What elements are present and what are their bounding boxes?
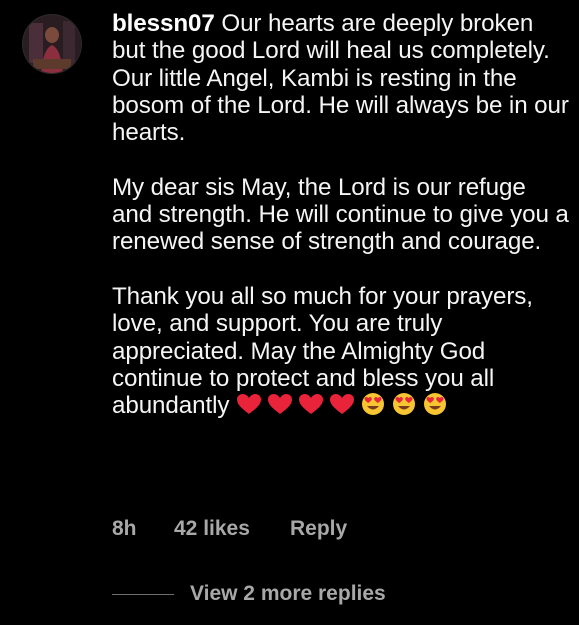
red-heart-icon [297,392,325,416]
view-more-replies-label: View 2 more replies [190,582,386,605]
avatar-photo [23,15,81,73]
username-link[interactable]: blessn07 [112,10,215,37]
heart-eyes-icon [421,392,449,416]
reply-button[interactable]: Reply [290,517,347,541]
comment-paragraph-2: My dear sis May, the Lord is our refuge … [112,173,569,256]
comment-timestamp: 8h [112,517,137,540]
comment-paragraph-1: blessn07 Our hearts are deeply broken bu… [112,10,572,146]
emoji-row [235,392,449,416]
red-heart-icon [328,392,356,416]
heart-eyes-icon [359,392,387,416]
comment-paragraph-3: Thank you all so much for your prayers, … [112,283,572,419]
comment-body: blessn07 Our hearts are deeply broken bu… [112,10,572,419]
red-heart-icon [235,392,263,416]
heart-eyes-icon [390,392,418,416]
likes-count-link[interactable]: 42 likes [174,517,290,541]
avatar[interactable] [22,14,82,74]
comment-meta: 8h 42 likes Reply [112,517,347,541]
red-heart-icon [266,392,294,416]
replies-divider [112,593,174,595]
view-more-replies-button[interactable]: View 2 more replies [112,582,386,606]
